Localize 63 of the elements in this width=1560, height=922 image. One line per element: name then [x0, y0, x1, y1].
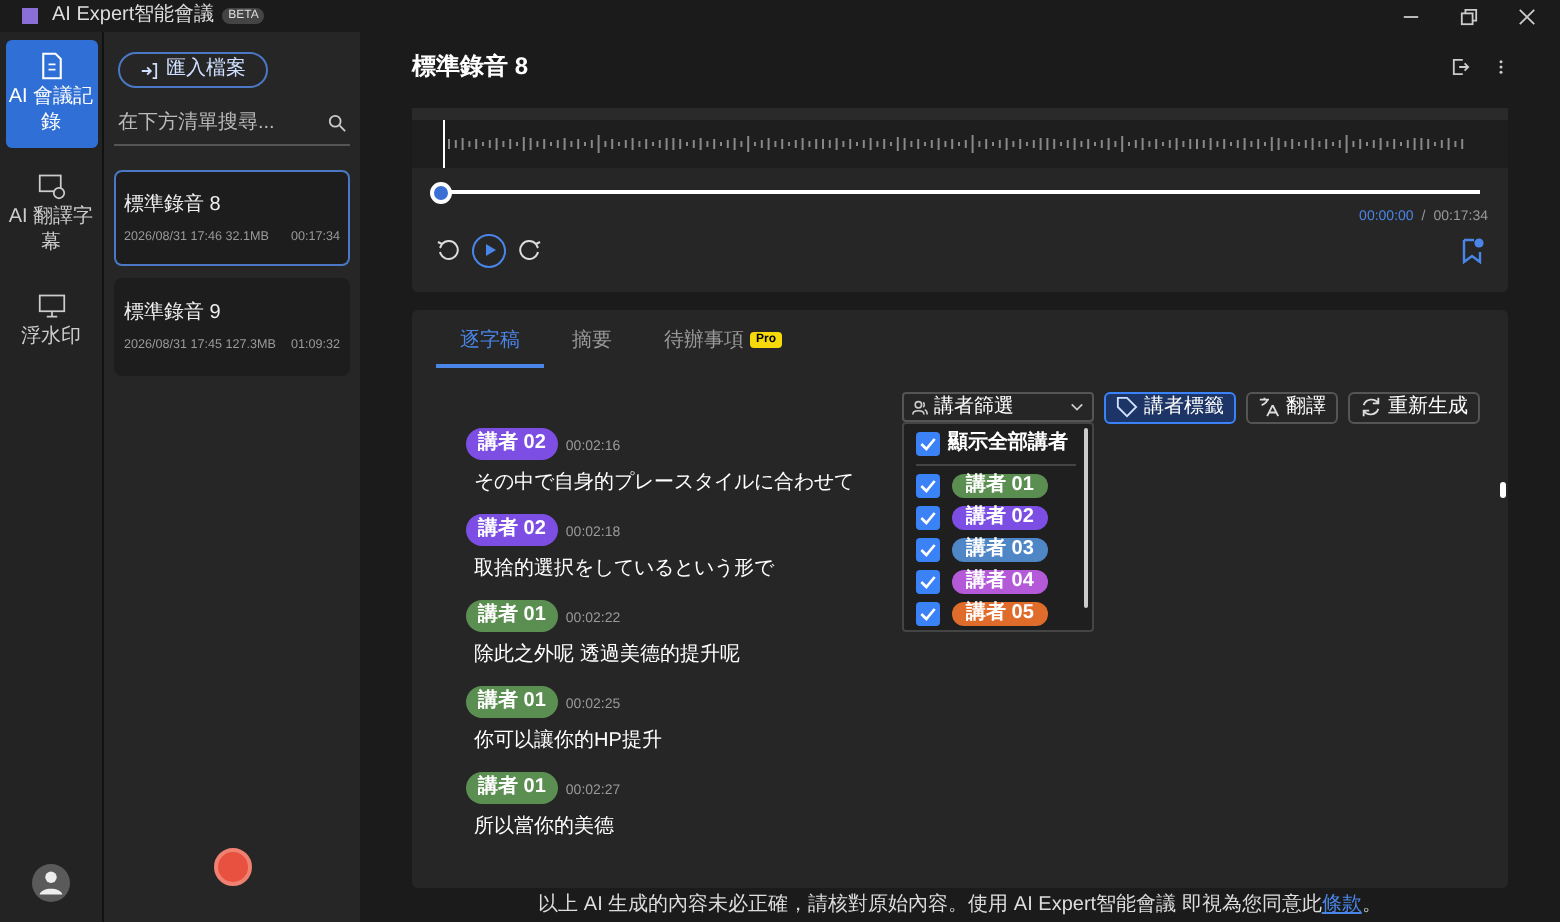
- checkbox[interactable]: [916, 570, 940, 594]
- toolbar-button[interactable]: 講者標籤: [1104, 391, 1236, 423]
- transcript-text: 除此之外呢 透過美德的提升呢: [474, 641, 740, 669]
- close-icon[interactable]: [1518, 7, 1536, 25]
- document-icon: [37, 52, 65, 80]
- export-icon[interactable]: [1452, 57, 1470, 75]
- show-all-label: 顯示全部講者: [948, 434, 1068, 454]
- transcript-text: その中で自身的プレースタイルに合わせて: [474, 469, 854, 497]
- speaker-tag: 講者 03: [952, 538, 1048, 562]
- scrollbar-thumb: [1500, 481, 1506, 497]
- record-button[interactable]: [213, 848, 251, 886]
- transcript-text: 取捨的選択をしているという形で: [474, 555, 774, 583]
- play-icon: [483, 244, 495, 256]
- rewind-icon[interactable]: [436, 238, 460, 262]
- speaker-tag: 講者 05: [952, 602, 1048, 626]
- people-icon: [912, 399, 928, 415]
- more-icon[interactable]: [1498, 57, 1504, 75]
- checkbox[interactable]: [916, 432, 940, 456]
- refresh-icon: [1360, 396, 1382, 418]
- nav-item[interactable]: AI 翻譯字幕: [5, 160, 97, 268]
- terms-link[interactable]: 條款: [1321, 893, 1362, 915]
- nav-item[interactable]: AI 會議記錄: [5, 40, 97, 148]
- transcript-text: 所以當你的美德: [474, 813, 614, 841]
- recording-title: 標準錄音 9: [124, 299, 223, 329]
- search-field[interactable]: 在下方清單搜尋...: [114, 108, 350, 146]
- recording-heading: 標準錄音 8: [412, 50, 529, 84]
- tag-icon: [1116, 396, 1138, 418]
- speaker-tag: 講者 02: [466, 427, 558, 459]
- play-button[interactable]: [472, 233, 506, 267]
- translate-icon: [1258, 396, 1280, 418]
- speaker-tag: 講者 01: [466, 599, 558, 631]
- chevron-down-icon: [1070, 402, 1084, 412]
- speaker-tag: 講者 02: [952, 506, 1048, 530]
- slider-thumb[interactable]: [430, 181, 452, 203]
- speaker-tag: 講者 01: [466, 685, 558, 717]
- speaker-tag: 講者 01: [466, 771, 558, 803]
- speaker-tag: 講者 01: [952, 474, 1048, 498]
- app-logo-icon: [20, 6, 40, 26]
- filter-label: 講者篩選: [934, 397, 1016, 417]
- tab[interactable]: 摘要: [548, 325, 636, 367]
- toolbar-button[interactable]: 重新生成: [1348, 391, 1480, 423]
- monitor-icon: [37, 292, 65, 320]
- search-icon: [328, 114, 346, 132]
- app-title: AI Expert智能會議: [52, 6, 215, 26]
- import-button[interactable]: 匯入檔案: [118, 52, 268, 88]
- tab[interactable]: 逐字稿: [436, 325, 544, 367]
- nav-item[interactable]: 浮水印: [5, 280, 97, 363]
- checkbox[interactable]: [916, 602, 940, 626]
- disclaimer-text: 以上 AI 生成的內容未必正確，請核對原始內容。使用 AI Expert智能會議 即視為您同意此條款。: [538, 895, 1382, 915]
- speaker-tag: 講者 04: [952, 570, 1048, 594]
- restore-icon[interactable]: [1460, 7, 1478, 25]
- bookmark-add-icon[interactable]: [1460, 236, 1484, 264]
- speaker-tag: 講者 02: [466, 513, 558, 545]
- checkbox[interactable]: [916, 538, 940, 562]
- recording-title: 標準錄音 8: [124, 191, 223, 220]
- checkbox[interactable]: [916, 474, 940, 498]
- transcript-text: 你可以讓你的HP提升: [474, 727, 662, 755]
- forward-icon[interactable]: [518, 238, 542, 262]
- import-icon: [140, 61, 158, 79]
- speaker-filter-select[interactable]: 講者篩選: [902, 392, 1094, 422]
- checkbox[interactable]: [916, 506, 940, 530]
- avatar-icon[interactable]: [32, 864, 70, 902]
- toolbar-button[interactable]: 翻譯: [1246, 391, 1338, 423]
